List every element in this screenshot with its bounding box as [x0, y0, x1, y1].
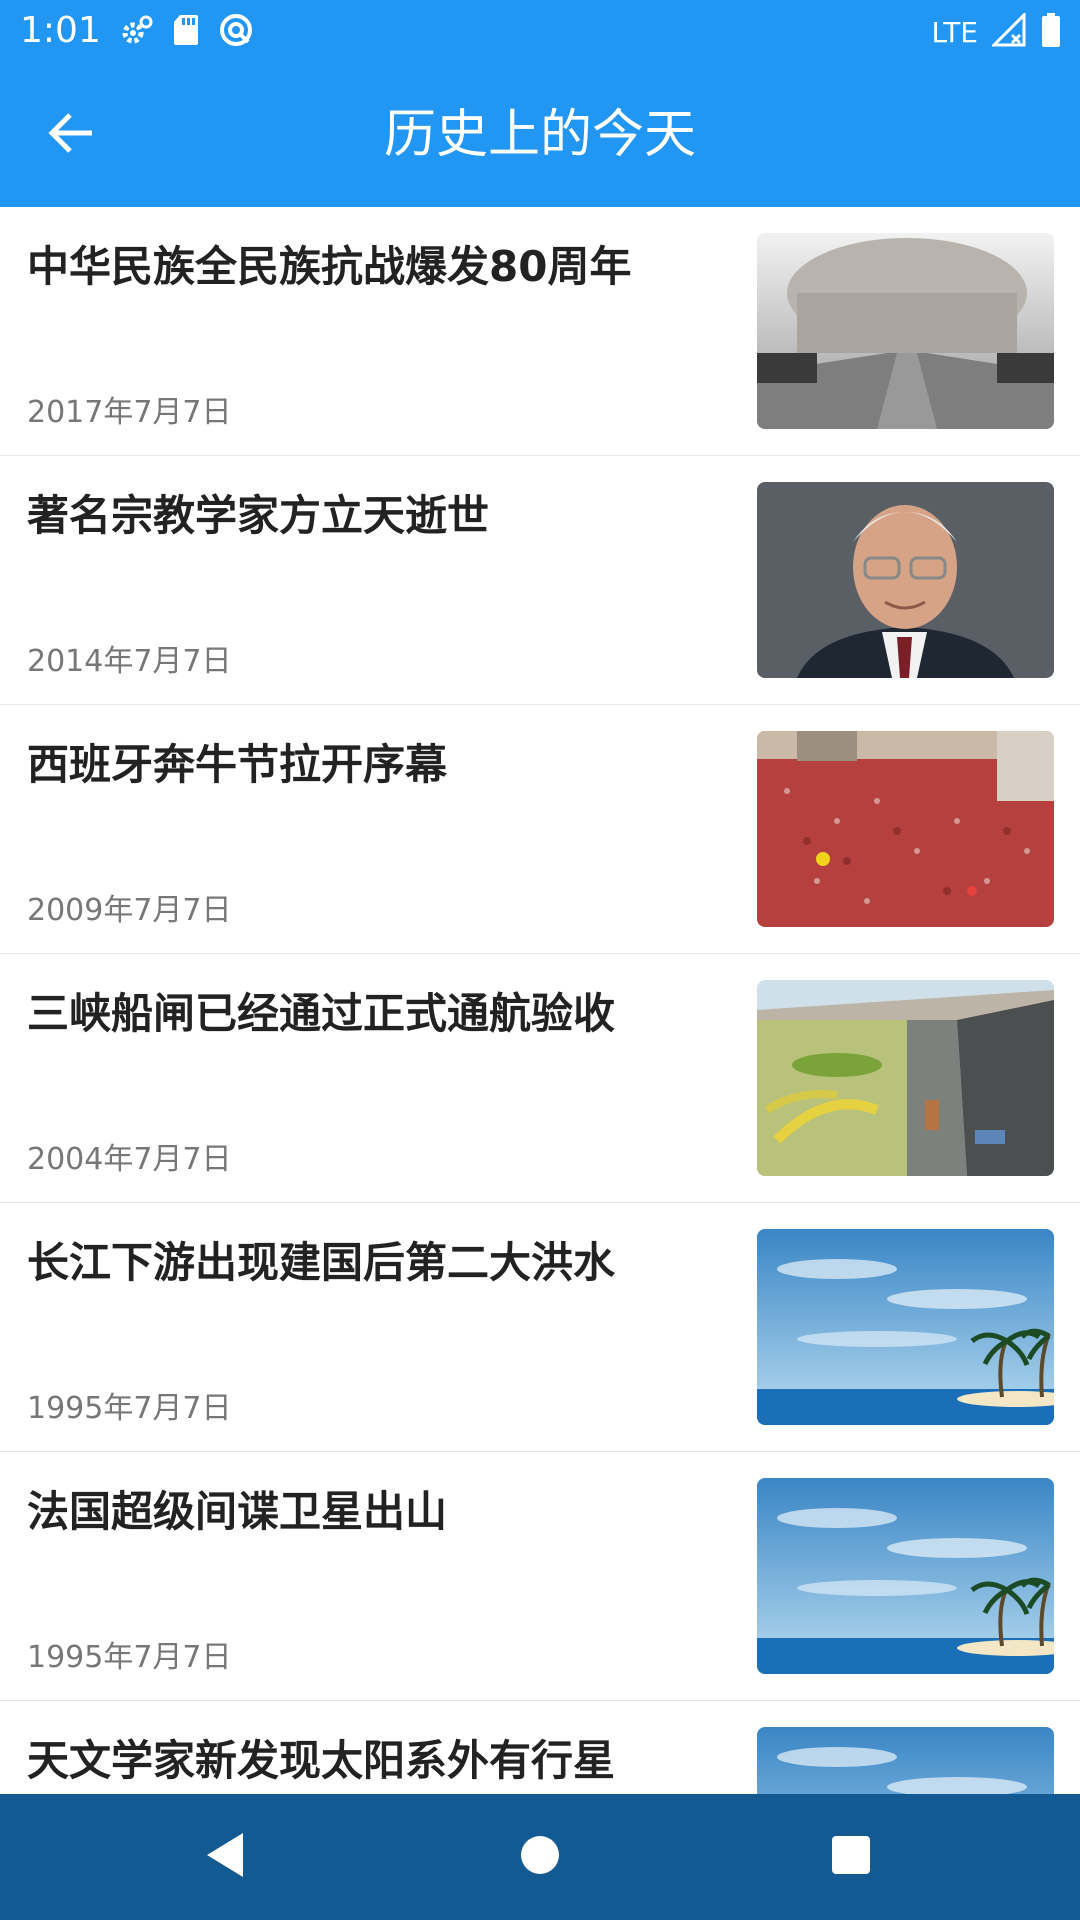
event-title: 三峡船闸已经通过正式通航验收 [27, 989, 616, 1038]
event-title: 中华民族全民族抗战爆发80周年 [27, 242, 632, 291]
status-icons-left [120, 12, 254, 52]
list-item[interactable]: 长江下游出现建国后第二大洪水 1995年7月7日 [0, 1203, 1080, 1452]
back-button[interactable] [30, 93, 114, 177]
event-list[interactable]: 中华民族全民族抗战爆发80周年 2017年7月7日 著名宗教学家方立天逝世 20… [0, 207, 1080, 1794]
event-date: 1995年7月7日 [27, 1391, 232, 1426]
app-bar: 历史上的今天 [0, 63, 1080, 207]
beach-palm-illustration [757, 1727, 1054, 1794]
beach-palm-illustration [757, 1229, 1054, 1425]
battery-icon [1040, 12, 1062, 52]
network-type: LTE [931, 15, 978, 49]
event-title: 西班牙奔牛节拉开序幕 [27, 740, 448, 789]
event-date: 2017年7月7日 [27, 395, 232, 430]
memorial-photo [757, 233, 1054, 429]
event-title: 法国超级间谍卫星出山 [27, 1487, 448, 1536]
home-circle-icon [519, 1834, 561, 1880]
event-date: 2014年7月7日 [27, 644, 232, 679]
crowd-photo [757, 731, 1054, 927]
event-date: 2009年7月7日 [27, 893, 232, 928]
system-nav-bar [0, 1794, 1080, 1920]
back-triangle-icon [203, 1831, 247, 1883]
nav-recents-button[interactable] [811, 1817, 891, 1897]
list-item[interactable]: 法国超级间谍卫星出山 1995年7月7日 [0, 1452, 1080, 1701]
nav-back-button[interactable] [185, 1817, 265, 1897]
nav-home-button[interactable] [500, 1817, 580, 1897]
settings-gear-icon [120, 13, 154, 51]
list-item[interactable]: 西班牙奔牛节拉开序幕 2009年7月7日 [0, 705, 1080, 954]
sd-card-icon [172, 13, 200, 51]
list-item[interactable]: 天文学家新发现太阳系外有行星 [0, 1701, 1080, 1794]
list-item[interactable]: 中华民族全民族抗战爆发80周年 2017年7月7日 [0, 207, 1080, 456]
portrait-photo [757, 482, 1054, 678]
event-title: 天文学家新发现太阳系外有行星 [27, 1736, 616, 1785]
signal-icon [990, 11, 1026, 51]
status-time: 1:01 [20, 10, 101, 51]
list-item[interactable]: 三峡船闸已经通过正式通航验收 2004年7月7日 [0, 954, 1080, 1203]
event-title: 长江下游出现建国后第二大洪水 [27, 1238, 616, 1287]
beach-palm-illustration [757, 1478, 1054, 1674]
event-date: 2004年7月7日 [27, 1142, 232, 1177]
recents-square-icon [831, 1835, 871, 1879]
page-title: 历史上的今天 [383, 105, 696, 165]
status-icons-right: LTE [931, 11, 1062, 52]
arrow-back-icon [46, 107, 98, 163]
sync-circle-icon [218, 12, 254, 52]
list-item[interactable]: 著名宗教学家方立天逝世 2014年7月7日 [0, 456, 1080, 705]
ship-lock-photo [757, 980, 1054, 1176]
event-date: 1995年7月7日 [27, 1640, 232, 1675]
status-bar: 1:01 LTE [0, 0, 1080, 63]
screen: 1:01 LTE 历史上的今天 中华民族全民族抗战爆发80周年 2017年7月7… [0, 0, 1080, 1920]
event-title: 著名宗教学家方立天逝世 [27, 491, 490, 540]
